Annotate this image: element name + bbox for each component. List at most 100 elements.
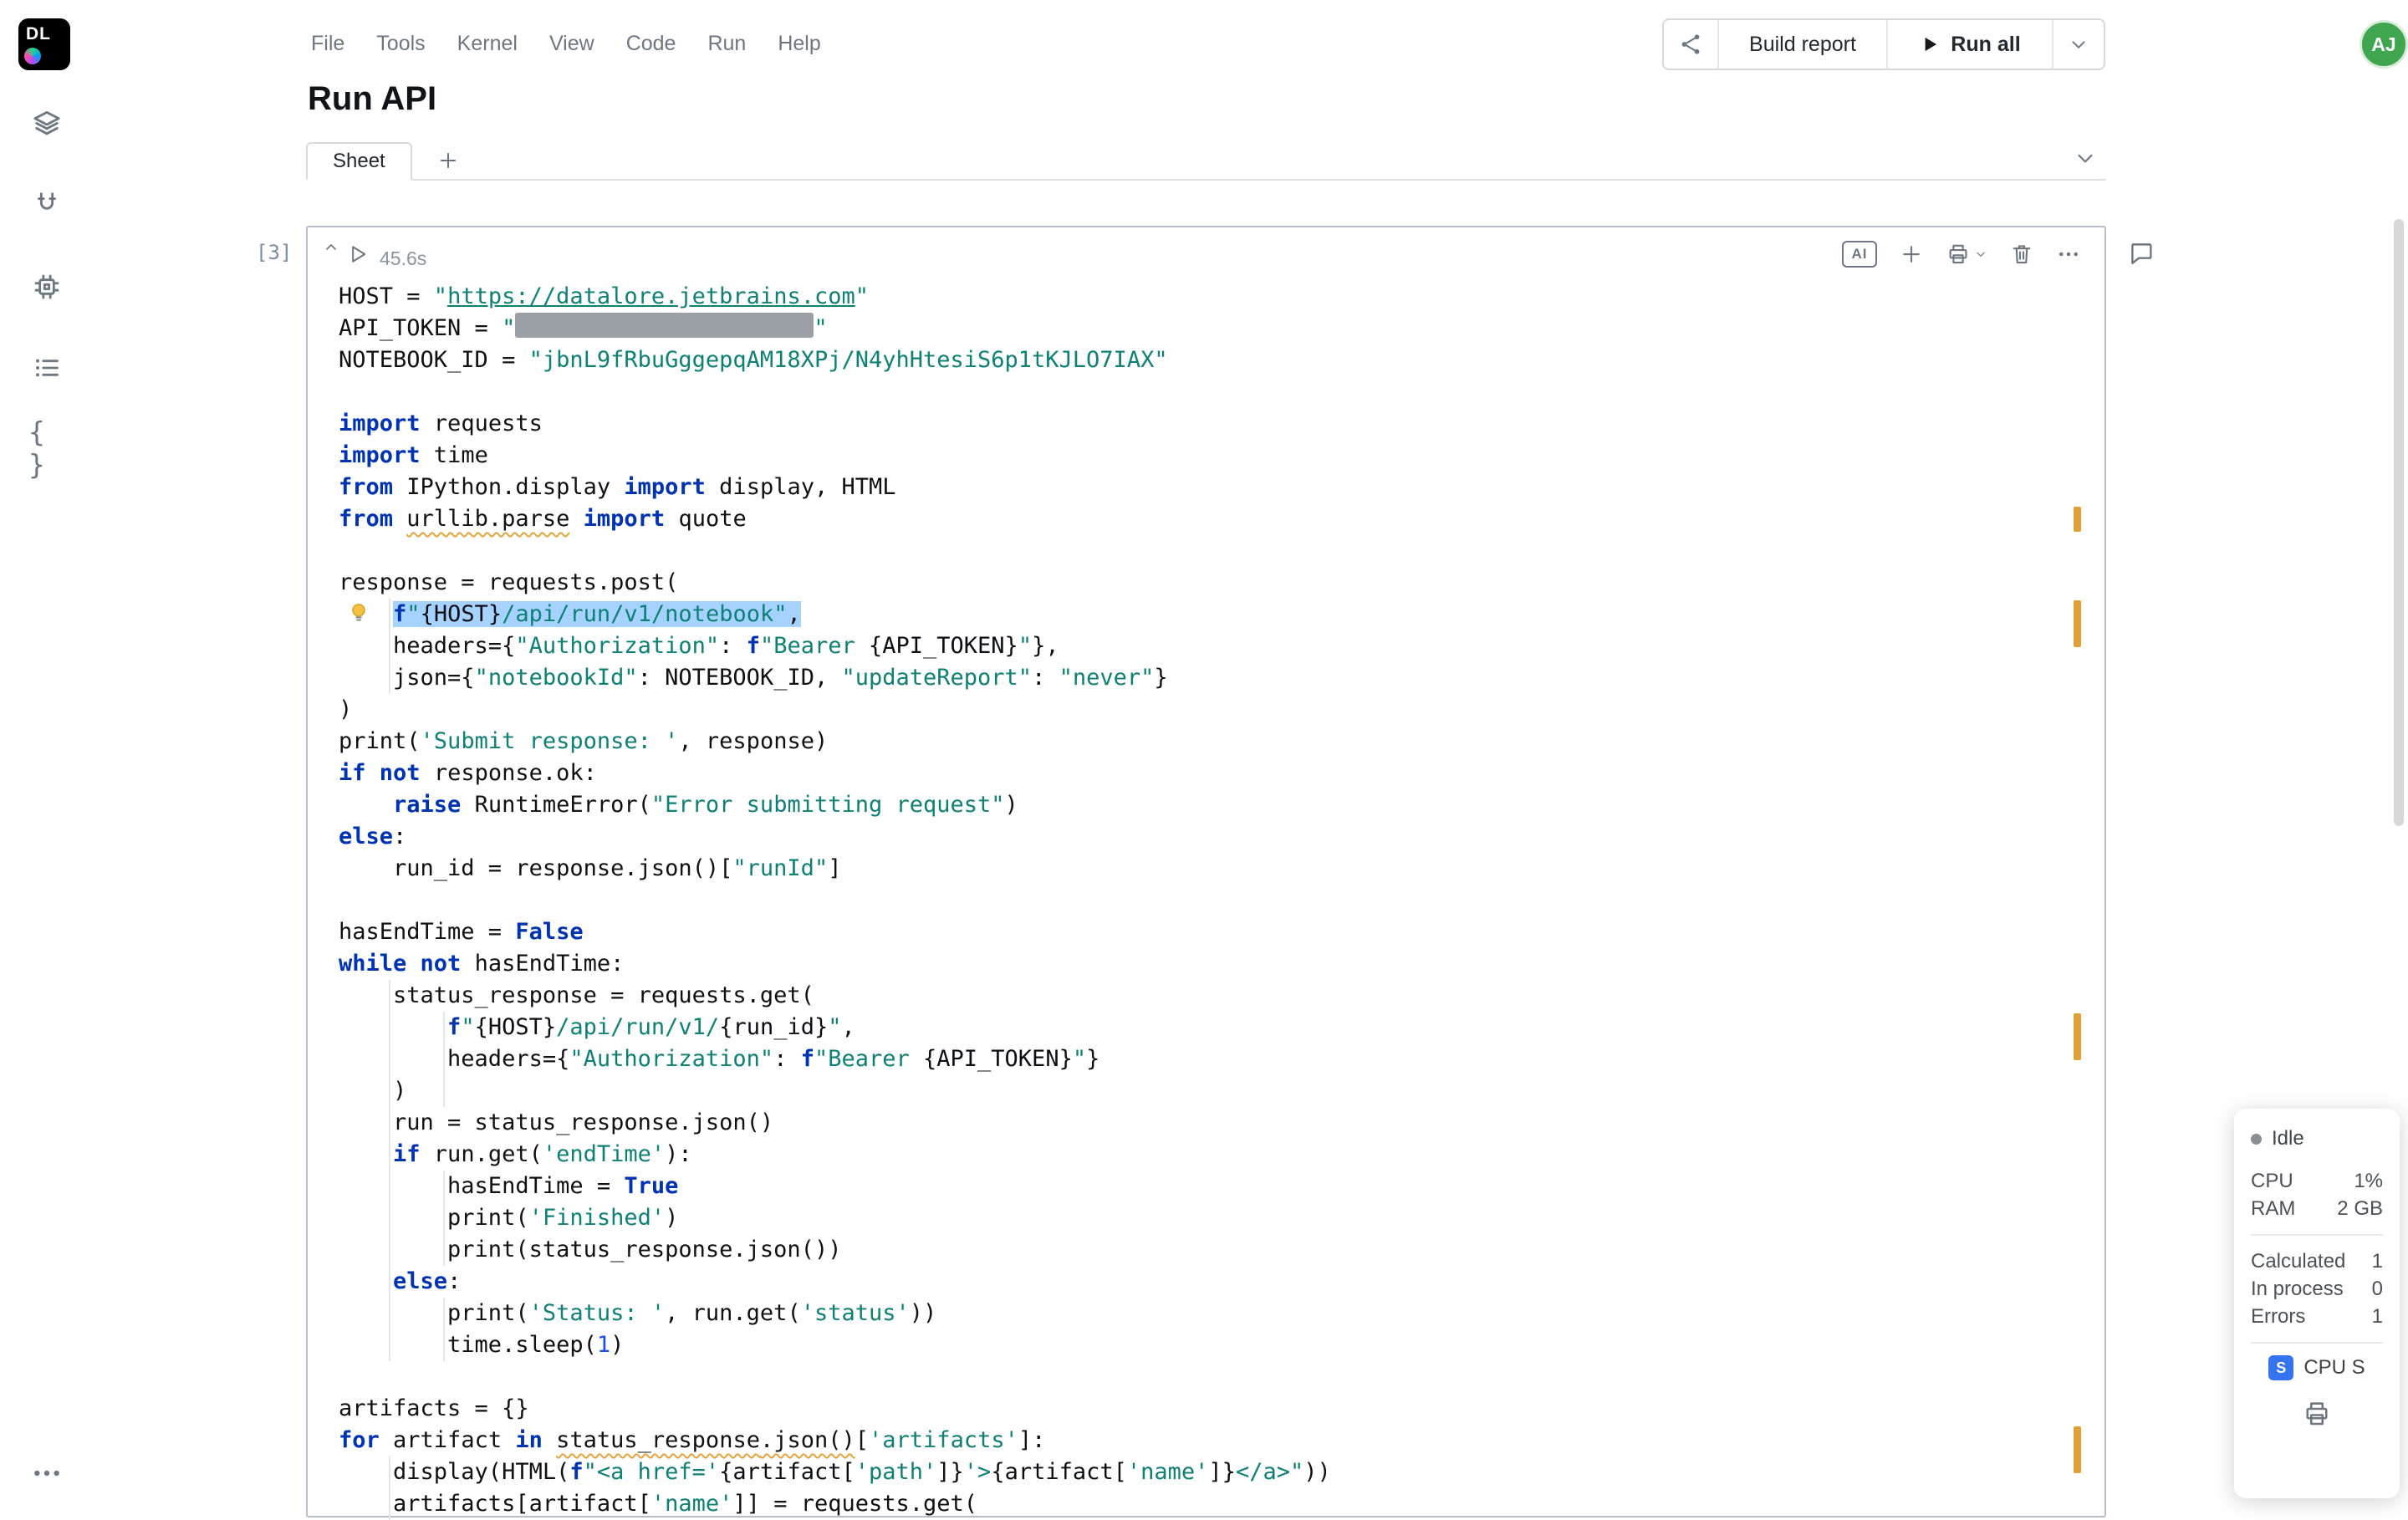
datalore-logo[interactable]: DL	[18, 18, 70, 70]
code-line[interactable]: hasEndTime = True	[339, 1171, 2101, 1202]
machine-type[interactable]: S CPU S	[2251, 1355, 2383, 1380]
ellipsis-icon	[34, 1470, 59, 1477]
code-line[interactable]: )	[339, 694, 2101, 726]
menu-item-code[interactable]: Code	[626, 32, 676, 56]
code-line[interactable]: run = status_response.json()	[339, 1107, 2101, 1139]
code-line[interactable]: json={"notebookId": NOTEBOOK_ID, "update…	[339, 662, 2101, 694]
chevron-down-icon	[2078, 154, 2093, 163]
scrollbar-thumb[interactable]	[2394, 219, 2404, 826]
build-report-button[interactable]: Build report	[1719, 20, 1886, 69]
code-line[interactable]: artifacts[artifact['name']] = requests.g…	[339, 1488, 2101, 1516]
code-line[interactable]	[339, 535, 2101, 567]
status-dot-icon	[2251, 1133, 2262, 1145]
machine-size-badge: S	[2268, 1355, 2294, 1380]
delete-cell-button[interactable]	[2009, 242, 2034, 267]
add-cell-button[interactable]	[1899, 242, 1924, 267]
code-line[interactable]	[339, 885, 2101, 916]
indent-guide	[443, 1171, 445, 1266]
metric-row-ram: RAM 2 GB	[2251, 1196, 2383, 1220]
sidebar-item-outline[interactable]	[28, 349, 65, 386]
sidebar-item-attached-data[interactable]	[28, 186, 65, 223]
chevron-down-icon	[2072, 41, 2085, 48]
logo-gradient-dot	[24, 48, 41, 64]
menu-item-run[interactable]: Run	[707, 32, 746, 56]
machine-type-label: CPU S	[2303, 1356, 2365, 1379]
run-all-button[interactable]: Run all	[1888, 20, 2052, 69]
menu-item-view[interactable]: View	[549, 32, 594, 56]
sidebar-item-environment[interactable]	[28, 268, 65, 305]
share-icon	[1681, 34, 1700, 54]
computation-status-panel: Idle CPU 1% RAM 2 GB Calculated 1 In pro…	[2234, 1109, 2400, 1498]
cell-collapse-handle[interactable]	[321, 237, 341, 258]
run-options-dropdown[interactable]	[2053, 20, 2104, 69]
plus-icon	[1903, 246, 1920, 263]
code-line[interactable]: for artifact in status_response.json()['…	[339, 1425, 2101, 1456]
code-line[interactable]: print('Submit response: ', response)	[339, 726, 2101, 757]
indent-guide	[389, 980, 390, 1361]
code-cell: 45.6s AI HOST = "https://datalore.jetbra…	[306, 226, 2106, 1520]
code-line[interactable]: print(status_response.json())	[339, 1234, 2101, 1266]
inspection-marker[interactable]	[2074, 600, 2081, 647]
code-line[interactable]: NOTEBOOK_ID = "jbnL9fRbuGggepqAM18XPj/N4…	[339, 344, 2101, 376]
code-line[interactable]: headers={"Authorization": f"Bearer {API_…	[339, 630, 2101, 662]
menu-item-file[interactable]: File	[311, 32, 344, 56]
tab-sheet[interactable]: Sheet	[306, 142, 412, 181]
cell-run-button[interactable]	[346, 242, 370, 266]
share-button[interactable]	[1664, 20, 1717, 69]
cell-more-button[interactable]	[2056, 242, 2081, 267]
sidebar-more-button[interactable]	[30, 1456, 64, 1490]
code-line[interactable]: if run.get('endTime'):	[339, 1139, 2101, 1171]
counter-row-in-process: In process 0	[2251, 1277, 2383, 1300]
code-line[interactable]: run_id = response.json()["runId"]	[339, 853, 2101, 885]
code-line[interactable]: f"{HOST}/api/run/v1/{run_id}",	[339, 1012, 2101, 1043]
chevron-up-icon	[326, 244, 336, 250]
code-line[interactable]: f"{HOST}/api/run/v1/notebook",	[339, 599, 2101, 630]
code-line[interactable]	[339, 1361, 2101, 1393]
code-editor[interactable]: HOST = "https://datalore.jetbrains.com" A…	[308, 274, 2101, 1516]
code-line[interactable]: import time	[339, 440, 2101, 472]
inspection-marker[interactable]	[2074, 1426, 2081, 1473]
sidebar-item-variables[interactable]: { }	[28, 416, 65, 481]
inspection-marker[interactable]	[2074, 507, 2081, 532]
code-line[interactable]: artifacts = {}	[339, 1393, 2101, 1425]
code-line[interactable]: status_response = requests.get(	[339, 980, 2101, 1012]
code-line[interactable]: import requests	[339, 408, 2101, 440]
print-button[interactable]	[2251, 1399, 2383, 1429]
menu-item-help[interactable]: Help	[778, 32, 820, 56]
code-line[interactable]	[339, 376, 2101, 408]
add-sheet-button[interactable]	[430, 144, 467, 177]
menu-item-tools[interactable]: Tools	[376, 32, 425, 56]
cell-output-options-button[interactable]	[1946, 242, 1987, 267]
braces-icon: { }	[28, 416, 45, 481]
ai-assistant-button[interactable]: AI	[1842, 241, 1877, 268]
page-title: Run API	[308, 80, 437, 117]
code-line[interactable]: time.sleep(1)	[339, 1329, 2101, 1361]
code-line[interactable]: print('Status: ', run.get('status'))	[339, 1298, 2101, 1329]
code-line[interactable]: )	[339, 1075, 2101, 1107]
user-avatar[interactable]: AJ	[2360, 20, 2408, 69]
cell-comment-button[interactable]	[2127, 239, 2155, 268]
code-line[interactable]: response = requests.post(	[339, 567, 2101, 599]
sidebar: DL { }	[0, 0, 94, 1505]
code-line[interactable]: from urllib.parse import quote	[339, 503, 2101, 535]
code-line[interactable]: from IPython.display import display, HTM…	[339, 472, 2101, 503]
code-line[interactable]: else:	[339, 821, 2101, 853]
code-line[interactable]: HOST = "https://datalore.jetbrains.com"	[339, 281, 2101, 313]
printer-icon	[2306, 1402, 2328, 1426]
menu-item-kernel[interactable]: Kernel	[457, 32, 518, 56]
code-line[interactable]: if not response.ok:	[339, 757, 2101, 789]
sheets-expand-button[interactable]	[2073, 145, 2098, 171]
comment-icon	[2131, 243, 2152, 264]
code-line[interactable]: API_TOKEN = " "	[339, 313, 2101, 344]
code-line[interactable]: hasEndTime = False	[339, 916, 2101, 948]
code-line[interactable]: display(HTML(f"<a href='{artifact['path'…	[339, 1456, 2101, 1488]
sidebar-item-notebooks[interactable]	[28, 105, 65, 142]
inspection-marker[interactable]	[2074, 1013, 2081, 1060]
code-line[interactable]: headers={"Authorization": f"Bearer {API_…	[339, 1043, 2101, 1075]
code-line[interactable]: raise RuntimeError("Error submitting req…	[339, 789, 2101, 821]
code-line[interactable]: print('Finished')	[339, 1202, 2101, 1234]
code-line[interactable]: while not hasEndTime:	[339, 948, 2101, 980]
execution-count: [3]	[256, 241, 293, 264]
code-line[interactable]: else:	[339, 1266, 2101, 1298]
quick-fix-lightbulb-icon[interactable]	[346, 600, 371, 625]
